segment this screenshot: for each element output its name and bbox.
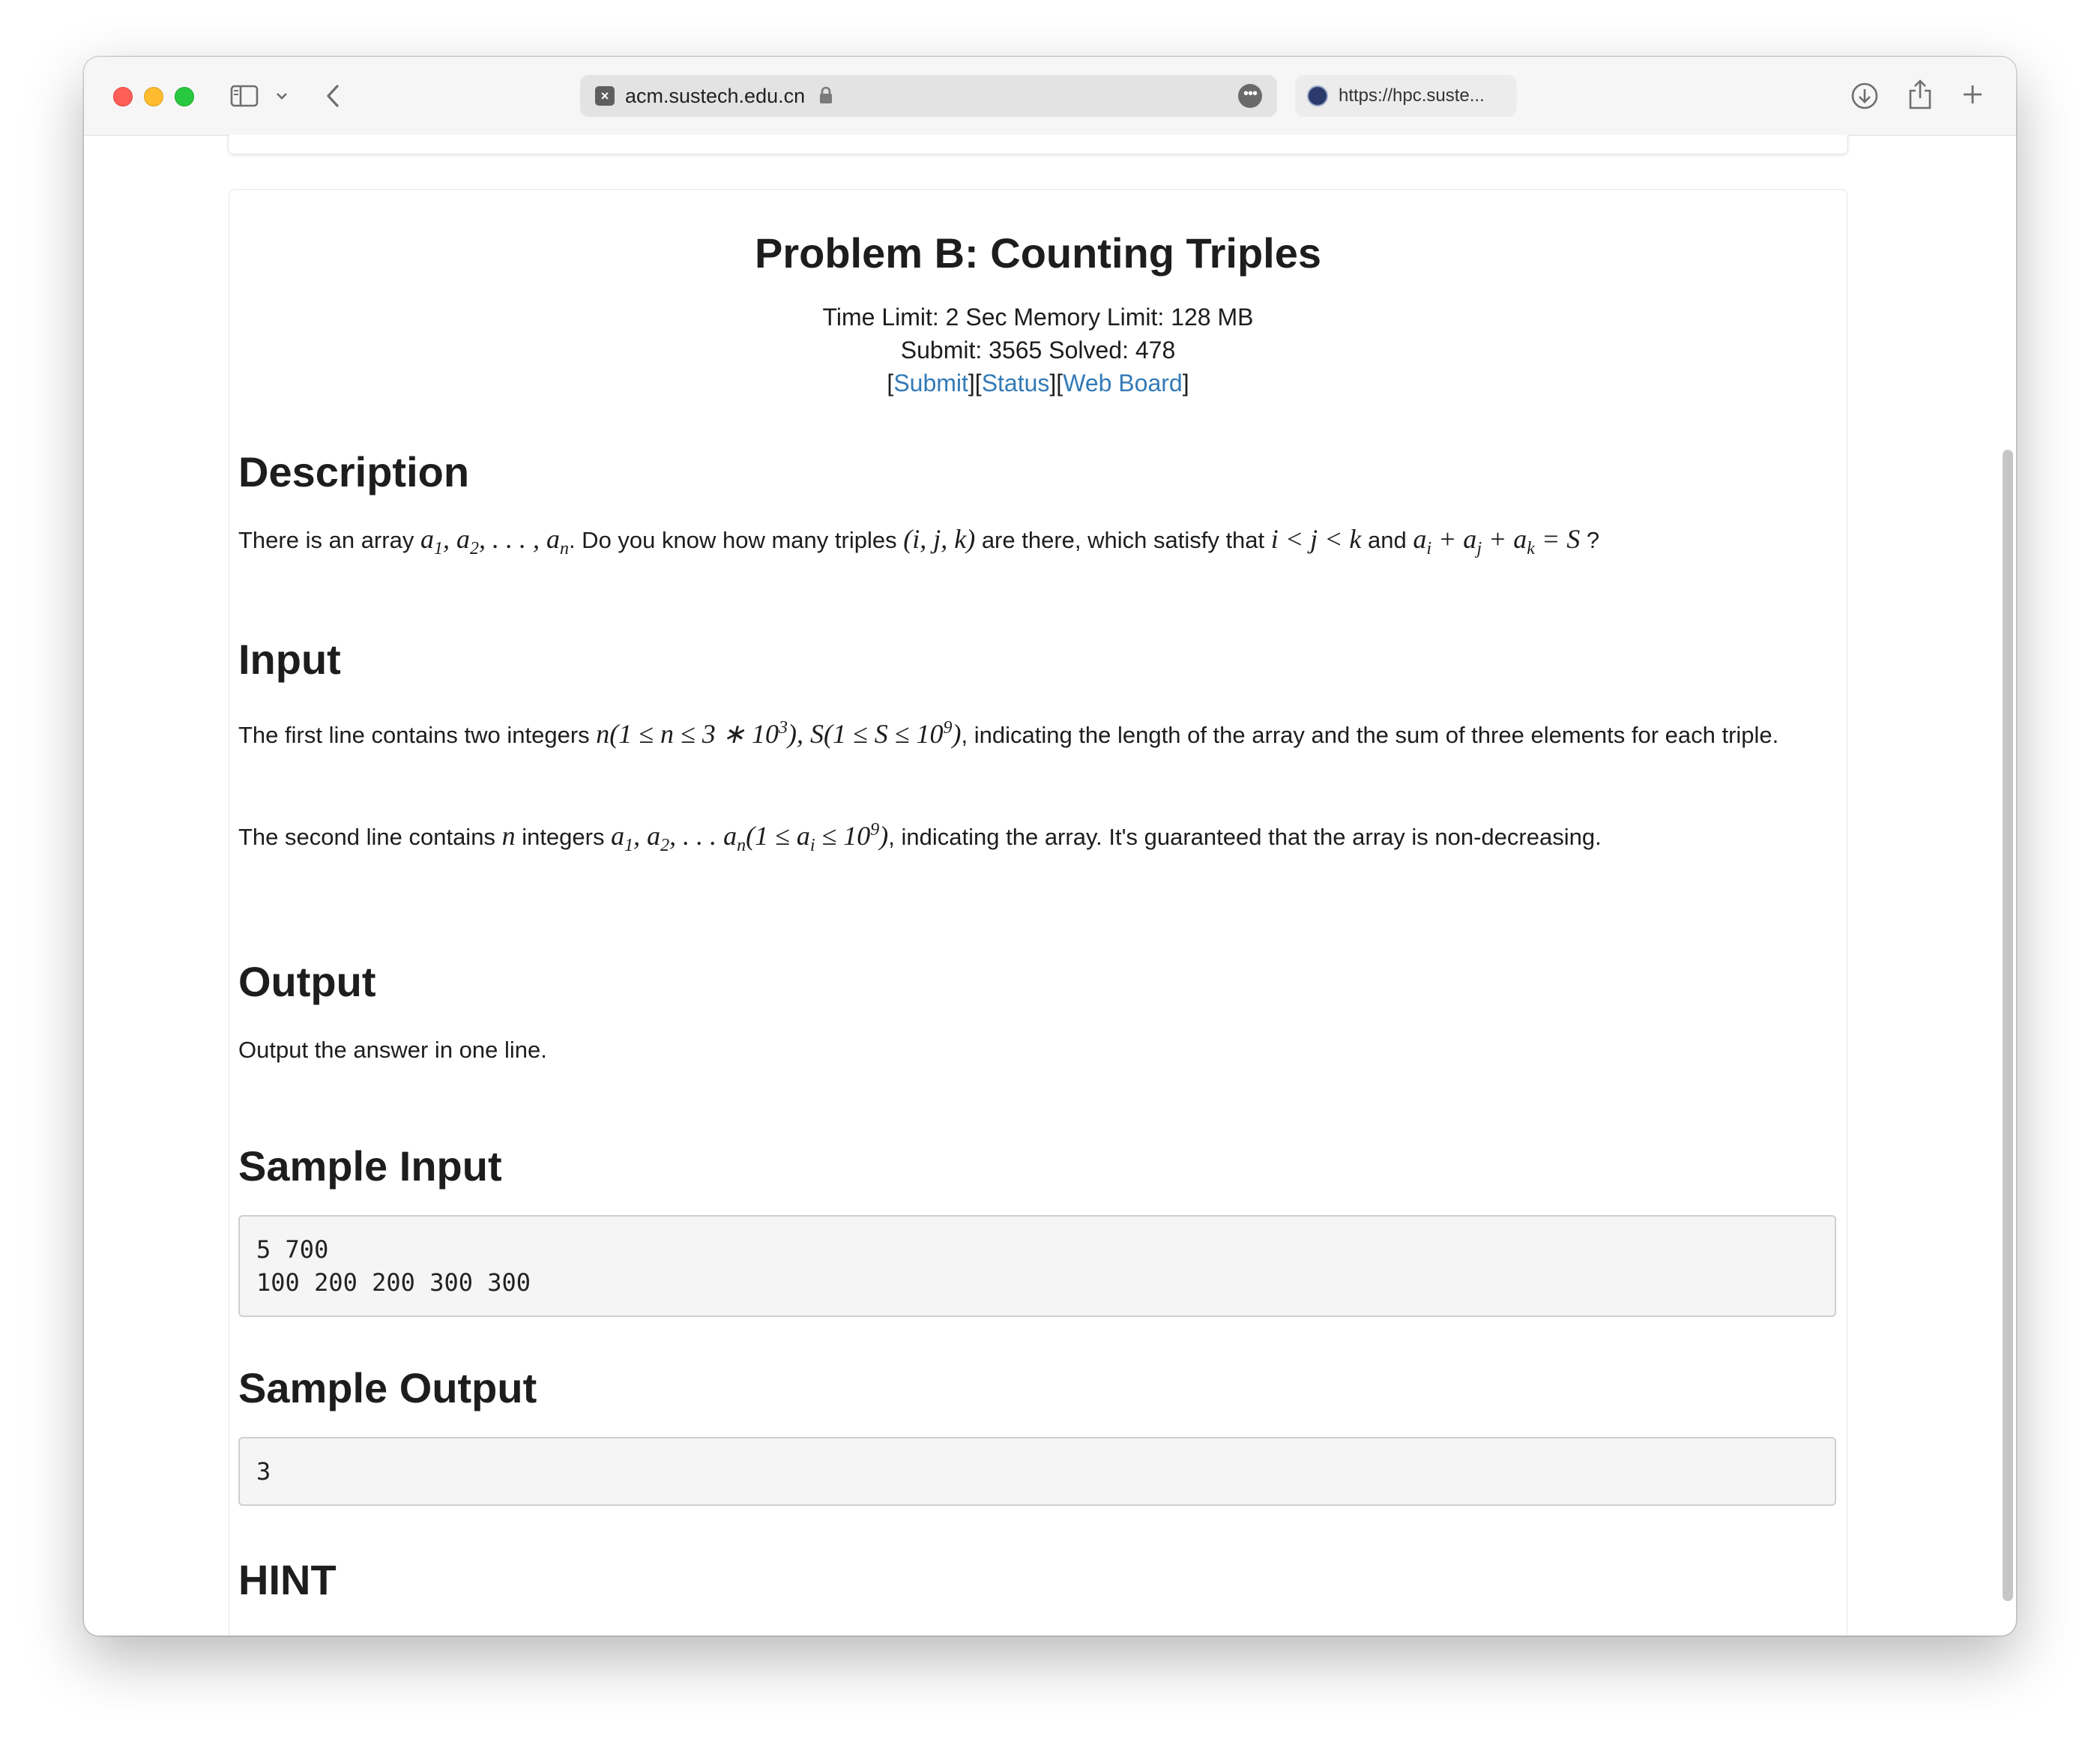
sample-output-block: 3: [238, 1437, 1836, 1506]
download-icon[interactable]: [1848, 79, 1881, 112]
vertical-scrollbar[interactable]: [2003, 450, 2013, 1601]
hint-heading: HINT: [238, 1556, 337, 1603]
close-window-button[interactable]: [113, 87, 133, 106]
web-board-link[interactable]: Web Board: [1063, 370, 1183, 397]
description-text: There is an array a1, a2, . . . , an. Do…: [238, 522, 1820, 565]
status-link[interactable]: Status: [982, 370, 1050, 397]
output-text: Output the answer in one line.: [238, 1037, 547, 1063]
math-triple: (i, j, k): [903, 524, 976, 554]
address-bar[interactable]: × acm.sustech.edu.cn •••: [580, 75, 1277, 117]
lock-icon: [818, 76, 833, 118]
sample-input-block: 5 700 100 200 200 300 300: [238, 1215, 1836, 1317]
site-favicon-icon: ×: [595, 86, 615, 106]
tab-hpc-label: https://hpc.suste...: [1339, 85, 1485, 106]
chevron-down-icon[interactable]: [273, 87, 291, 105]
share-icon[interactable]: [1904, 76, 1937, 112]
input-text-part: , indicating the array. It's guaranteed …: [888, 824, 1602, 850]
browser-window: × acm.sustech.edu.cn ••• https://hpc.sus…: [84, 57, 2016, 1636]
input-text-part: The second line contains: [238, 824, 495, 850]
math-array: a1, a2, . . . , an: [420, 524, 569, 559]
output-heading: Output: [238, 958, 376, 1005]
back-button-icon[interactable]: [319, 81, 346, 111]
math-order: i < j < k: [1270, 524, 1362, 554]
description-text-part: ?: [1586, 527, 1600, 553]
description-text-part: and: [1367, 527, 1407, 553]
problem-stats: Submit: 3565 Solved: 478: [900, 337, 1176, 364]
math-n-range: n(1 ≤ n ≤ 3 ∗ 103), S(1 ≤ S ≤ 109): [596, 718, 962, 749]
sample-input-heading: Sample Input: [238, 1142, 502, 1190]
math-n: n: [501, 821, 516, 851]
problem-links: [Submit][Status][Web Board]: [887, 370, 1189, 397]
description-text-part: There is an array: [238, 527, 414, 553]
problem-limits: Time Limit: 2 Sec Memory Limit: 128 MB: [822, 304, 1254, 331]
sidebar-toggle-icon[interactable]: [229, 81, 259, 111]
minimize-window-button[interactable]: [144, 87, 163, 106]
sample-output-heading: Sample Output: [238, 1364, 537, 1411]
address-url-text: acm.sustech.edu.cn: [625, 85, 806, 107]
description-text-part: . Do you know how many triples: [568, 527, 897, 553]
new-tab-icon[interactable]: [1958, 79, 1988, 109]
page-menu-icon[interactable]: •••: [1238, 84, 1262, 108]
submit-link[interactable]: Submit: [893, 370, 968, 397]
description-heading: Description: [238, 448, 470, 495]
input-text-line2: The second line contains n integers a1, …: [238, 813, 1820, 862]
previous-panel: [228, 135, 1848, 154]
hpc-favicon-icon: [1307, 85, 1328, 106]
address-url: acm.sustech.edu.cn: [625, 75, 833, 117]
problem-title: Problem B: Counting Triples: [754, 229, 1322, 277]
math-a-range: a1, a2, . . . an(1 ≤ ai ≤ 109): [611, 820, 889, 856]
input-text-line1: The first line contains two integers n(1…: [238, 711, 1820, 752]
input-text-part: The first line contains two integers: [238, 722, 590, 748]
input-heading: Input: [238, 636, 341, 683]
input-text-part: integers: [522, 824, 605, 850]
problem-panel: Problem B: Counting Triples Time Limit: …: [229, 189, 1847, 1636]
tab-hpc[interactable]: https://hpc.suste...: [1295, 75, 1517, 117]
input-text-part: , indicating the length of the array and…: [961, 722, 1779, 748]
math-sum: ai + aj + ak = S: [1413, 524, 1581, 559]
browser-toolbar: × acm.sustech.edu.cn ••• https://hpc.sus…: [84, 57, 2016, 136]
description-text-part: are there, which satisfy that: [981, 527, 1265, 553]
page-content: Problem B: Counting Triples Time Limit: …: [84, 135, 2016, 1636]
zoom-window-button[interactable]: [175, 87, 194, 106]
